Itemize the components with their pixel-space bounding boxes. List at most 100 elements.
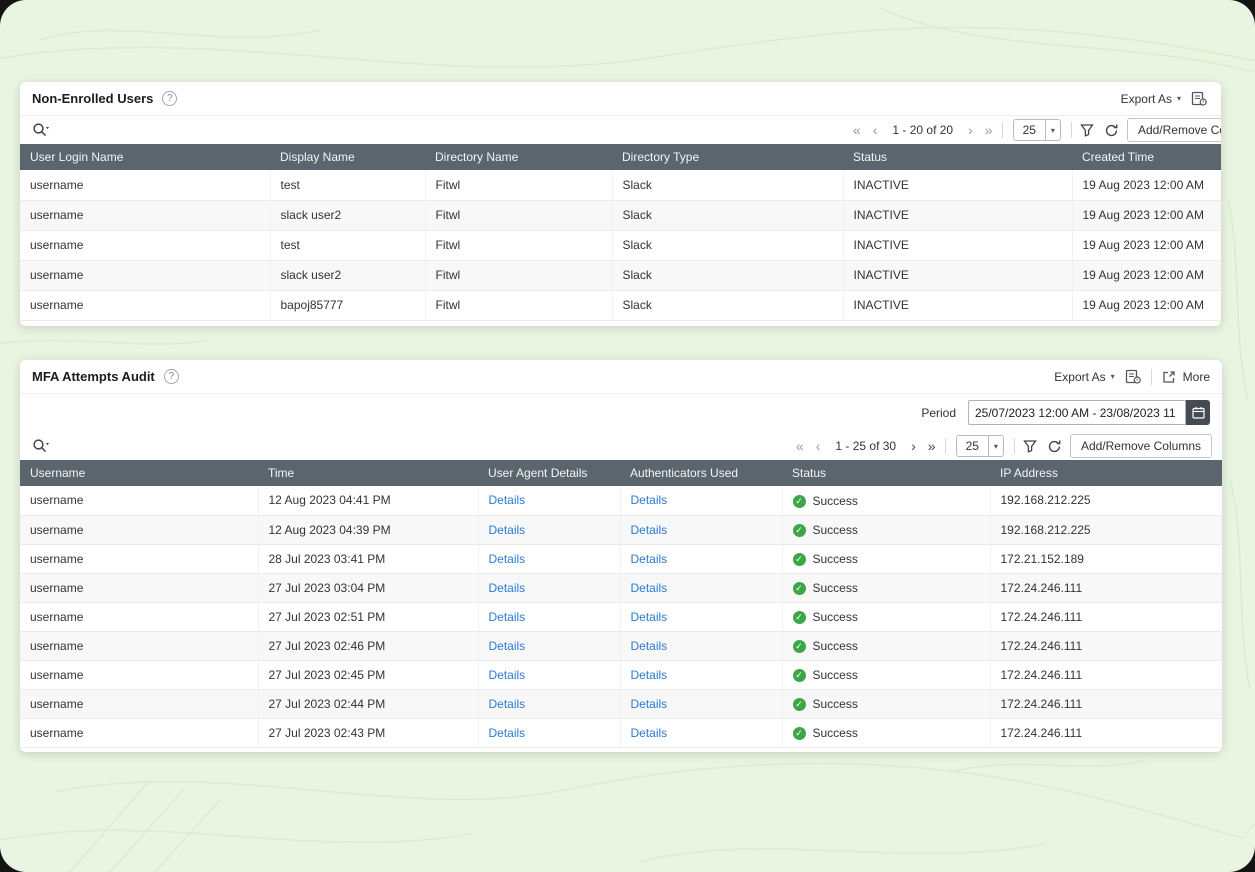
column-header[interactable]: User Login Name [20, 144, 270, 170]
user-agent-details-link[interactable]: Details [489, 726, 526, 740]
authenticators-used-link[interactable]: Details [631, 523, 668, 537]
add-remove-columns-button[interactable]: Add/Remove Columns [1127, 118, 1221, 142]
authenticators-used-cell: Details [620, 602, 782, 631]
user-agent-details-link[interactable]: Details [489, 493, 526, 507]
user-agent-details-link[interactable]: Details [489, 668, 526, 682]
pagination-last-button[interactable]: » [925, 439, 939, 453]
page-size-select[interactable]: 25 ▾ [956, 435, 1004, 457]
filter-icon[interactable] [1078, 121, 1096, 139]
pagination-first-button[interactable]: « [850, 123, 864, 137]
authenticators-used-link[interactable]: Details [631, 639, 668, 653]
username-cell: username [20, 515, 258, 544]
table-header-row: User Login NameDisplay NameDirectory Nam… [20, 144, 1221, 170]
table-row[interactable]: username27 Jul 2023 02:43 PMDetailsDetai… [20, 718, 1222, 747]
table-row[interactable]: username27 Jul 2023 03:04 PMDetailsDetai… [20, 573, 1222, 602]
pagination-last-button[interactable]: » [982, 123, 996, 137]
column-header[interactable]: IP Address [990, 460, 1222, 486]
column-header[interactable]: Created Time [1072, 144, 1221, 170]
authenticators-used-link[interactable]: Details [631, 726, 668, 740]
user-agent-details-cell: Details [478, 631, 620, 660]
table-row[interactable]: username27 Jul 2023 02:51 PMDetailsDetai… [20, 602, 1222, 631]
table-row[interactable]: username12 Aug 2023 04:39 PMDetailsDetai… [20, 515, 1222, 544]
divider [1151, 369, 1152, 385]
export-as-button[interactable]: Export As ▾ [1054, 370, 1114, 384]
add-remove-columns-button[interactable]: Add/Remove Columns [1070, 434, 1212, 458]
user-agent-details-link[interactable]: Details [489, 610, 526, 624]
column-header[interactable]: Authenticators Used [620, 460, 782, 486]
status-label: Success [813, 697, 858, 711]
page-size-select[interactable]: 25 ▾ [1013, 119, 1061, 141]
pagination-range: 1 - 20 of 20 [892, 123, 953, 137]
authenticators-used-cell: Details [620, 718, 782, 747]
table-row[interactable]: usernametestFitwlSlackINACTIVE19 Aug 202… [20, 230, 1221, 260]
column-header[interactable]: Username [20, 460, 258, 486]
table-row[interactable]: username27 Jul 2023 02:44 PM Details Detai… [20, 689, 1222, 718]
time-cell: 28 Jul 2023 03:41 PM [258, 544, 478, 573]
username-cell: username [20, 602, 258, 631]
column-header[interactable]: Status [782, 460, 990, 486]
table-cell: username [20, 170, 270, 200]
refresh-icon[interactable] [1102, 121, 1121, 140]
status-cell: ✓Success [782, 631, 990, 660]
table-row[interactable]: usernameslack user2FitwlSlackINACTIVE19 … [20, 260, 1221, 290]
export-icon[interactable] [1189, 89, 1209, 108]
username-cell: username [20, 689, 258, 718]
ip-address-cell: 172.24.246.111 [990, 660, 1222, 689]
filter-icon[interactable] [1021, 437, 1039, 455]
pagination-prev-button[interactable]: ‹ [813, 439, 824, 453]
column-header[interactable]: Time [258, 460, 478, 486]
time-cell: 27 Jul 2023 02:44 PM [258, 689, 478, 718]
success-check-icon: ✓ [793, 669, 806, 682]
table-cell: INACTIVE [843, 260, 1072, 290]
column-header[interactable]: Directory Name [425, 144, 612, 170]
authenticators-used-link[interactable]: Details [631, 552, 668, 566]
user-agent-details-link[interactable]: Details [489, 697, 526, 711]
calendar-icon[interactable] [1186, 400, 1210, 425]
period-label: Period [921, 406, 956, 420]
status-label: Success [813, 523, 858, 537]
pagination-first-button[interactable]: « [793, 439, 807, 453]
table-row[interactable]: usernameslack user2FitwlSlackINACTIVE19 … [20, 200, 1221, 230]
authenticators-used-link[interactable]: Details [631, 493, 668, 507]
table-row[interactable]: username27 Jul 2023 02:46 PMDetailsDetai… [20, 631, 1222, 660]
table-row[interactable]: username27 Jul 2023 02:45 PMDetailsDetai… [20, 660, 1222, 689]
period-row: Period 25/07/2023 12:00 AM - 23/08/2023 … [20, 394, 1222, 432]
authenticators-used-link[interactable]: Details [631, 697, 668, 711]
table-cell: Fitwl [425, 290, 612, 320]
authenticators-used-link[interactable]: Details [631, 581, 668, 595]
refresh-icon[interactable] [1045, 437, 1064, 456]
table-cell: test [270, 230, 425, 260]
user-agent-details-link[interactable]: Details [489, 552, 526, 566]
table-row[interactable]: username12 Aug 2023 04:41 PMDetailsDetai… [20, 486, 1222, 515]
table-row[interactable]: username28 Jul 2023 03:41 PMDetailsDetai… [20, 544, 1222, 573]
help-icon[interactable]: ? [162, 91, 177, 106]
time-cell: 12 Aug 2023 04:41 PM [258, 486, 478, 515]
more-button[interactable]: More [1160, 368, 1210, 386]
pagination-next-button[interactable]: › [965, 123, 976, 137]
column-header[interactable]: Status [843, 144, 1072, 170]
pagination-next-button[interactable]: › [908, 439, 919, 453]
table-header-row: UsernameTimeUser Agent DetailsAuthentica… [20, 460, 1222, 486]
period-range-value[interactable]: 25/07/2023 12:00 AM - 23/08/2023 11 [968, 400, 1186, 425]
status-cell: ✓Success [782, 718, 990, 747]
user-agent-details-link[interactable]: Details [489, 581, 526, 595]
search-icon[interactable] [30, 120, 52, 140]
success-check-icon: ✓ [793, 553, 806, 566]
table-row[interactable]: usernametestFitwlSlackINACTIVE19 Aug 202… [20, 170, 1221, 200]
table-row[interactable]: usernamebapoj85777FitwlSlackINACTIVE19 A… [20, 290, 1221, 320]
user-agent-details-link[interactable]: Details [489, 523, 526, 537]
user-agent-details-link[interactable]: Details [489, 639, 526, 653]
pagination-prev-button[interactable]: ‹ [870, 123, 881, 137]
status-label: Success [813, 610, 858, 624]
export-icon[interactable] [1123, 367, 1143, 386]
column-header[interactable]: User Agent Details [478, 460, 620, 486]
search-icon[interactable] [30, 436, 52, 456]
period-range-input[interactable]: 25/07/2023 12:00 AM - 23/08/2023 11 [968, 400, 1210, 425]
authenticators-used-link[interactable]: Details [631, 610, 668, 624]
help-icon[interactable]: ? [164, 369, 179, 384]
authenticators-used-link[interactable]: Details [631, 668, 668, 682]
column-header[interactable]: Directory Type [612, 144, 843, 170]
export-as-button[interactable]: Export As ▾ [1121, 92, 1181, 106]
success-check-icon: ✓ [793, 640, 806, 653]
column-header[interactable]: Display Name [270, 144, 425, 170]
